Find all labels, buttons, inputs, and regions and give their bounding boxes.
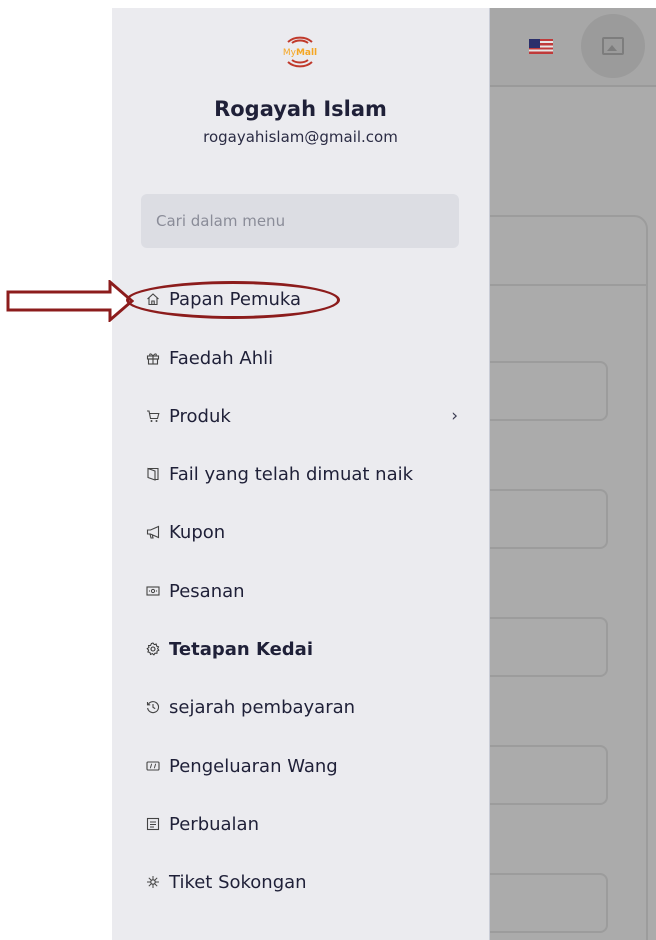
- menu-item-kupon[interactable]: Kupon: [146, 514, 466, 550]
- menu-item-label: Tiket Sokongan: [169, 871, 307, 893]
- order-icon: [146, 584, 160, 598]
- cart-icon: [146, 409, 160, 423]
- menu-item-produk[interactable]: Produk ›: [146, 398, 466, 434]
- menu-item-pengeluaran-wang[interactable]: Pengeluaran Wang: [146, 748, 466, 784]
- svg-text:MyMall: MyMall: [283, 48, 317, 58]
- megaphone-icon: [146, 525, 160, 539]
- menu-item-tetapan-kedai[interactable]: Tetapan Kedai: [146, 631, 466, 667]
- menu-item-label: Tetapan Kedai: [169, 638, 313, 660]
- chevron-right-icon: ›: [451, 406, 458, 426]
- money-icon: [146, 759, 160, 773]
- user-name: Rogayah Islam: [214, 97, 387, 121]
- menu-item-label: Pengeluaran Wang: [169, 755, 338, 777]
- menu-item-pesanan[interactable]: Pesanan: [146, 573, 466, 609]
- chat-icon: [146, 817, 160, 831]
- menu-item-fail-dimuat-naik[interactable]: Fail yang telah dimuat naik: [146, 456, 466, 492]
- side-drawer: MyMall Rogayah Islam rogayahislam@gmail.…: [112, 8, 490, 940]
- menu-item-label: Produk: [169, 405, 231, 427]
- support-icon: [146, 875, 160, 889]
- annotation-highlight-ellipse: [126, 281, 340, 319]
- menu-search-input[interactable]: [141, 194, 459, 248]
- menu-item-label: Pesanan: [169, 580, 245, 602]
- user-email: rogayahislam@gmail.com: [203, 128, 398, 146]
- menu-item-label: Kupon: [169, 521, 226, 543]
- avatar[interactable]: [581, 14, 645, 78]
- menu-item-label: sejarah pembayaran: [169, 696, 356, 718]
- mymall-logo: MyMall: [276, 28, 324, 76]
- menu-item-perbualan[interactable]: Perbualan: [146, 806, 466, 842]
- malaysia-flag-icon[interactable]: [529, 39, 553, 54]
- image-placeholder-icon: [602, 37, 624, 55]
- file-icon: [146, 467, 160, 481]
- menu-item-label: Fail yang telah dimuat naik: [169, 463, 414, 485]
- history-icon: [146, 700, 160, 714]
- gift-icon: [146, 351, 160, 365]
- gear-icon: [146, 642, 160, 656]
- annotation-arrow-icon: [6, 280, 134, 322]
- menu-item-sejarah-pembayaran[interactable]: sejarah pembayaran: [146, 689, 466, 725]
- menu-item-faedah-ahli[interactable]: Faedah Ahli: [146, 340, 466, 376]
- menu-item-tiket-sokongan[interactable]: Tiket Sokongan: [146, 864, 466, 900]
- menu-item-label: Faedah Ahli: [169, 347, 274, 369]
- menu-item-label: Perbualan: [169, 813, 259, 835]
